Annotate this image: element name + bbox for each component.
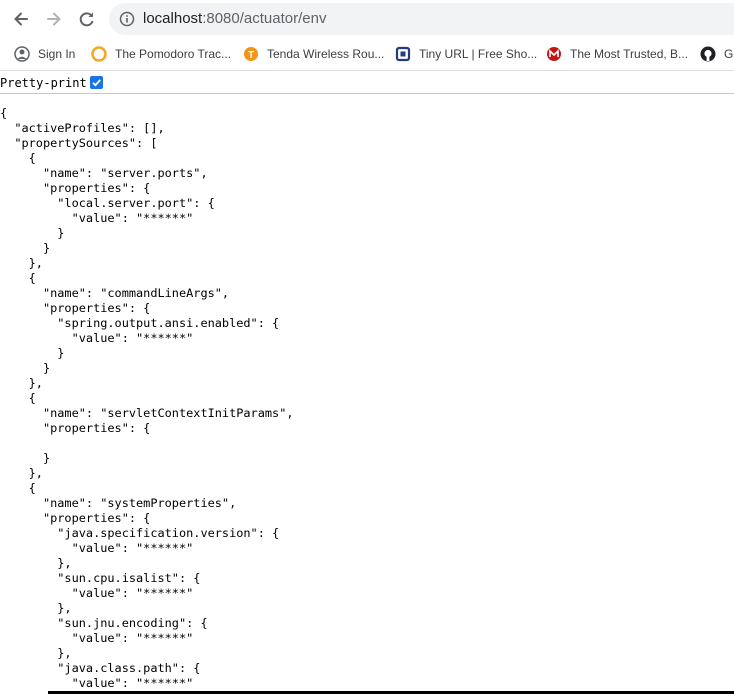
json-line: }, [0,601,72,615]
json-line: "properties": { [0,181,151,195]
bookmark-label: Gi [724,47,734,61]
json-line: }, [0,556,72,570]
bookmark-label: The Pomodoro Trac... [115,47,232,61]
back-arrow-icon [14,12,28,26]
json-line: "name": "servletContextInitParams", [0,406,294,420]
json-line: }, [0,466,43,480]
json-line: "activeProfiles": [], [0,121,165,135]
info-icon[interactable] [119,11,135,32]
json-line: { [0,271,36,285]
json-line [0,436,294,451]
json-line: { [0,391,36,405]
github-icon [700,46,716,62]
bookmark-label: Tenda Wireless Rou... [267,47,385,61]
json-line: { [0,106,8,120]
json-line: "sun.cpu.isalist": { [0,571,201,585]
bookmark-label: Tiny URL | Free Sho... [419,47,538,61]
reload-icon [79,12,94,27]
horizontal-scrollbar[interactable] [0,690,734,694]
svg-text:T: T [248,50,254,61]
bookmark-pomodoro[interactable]: The Pomodoro Trac... [91,45,231,63]
mcafee-icon [546,46,562,62]
url-host: localhost [143,10,203,27]
json-line: "properties": { [0,421,151,435]
url-text[interactable]: localhost:8080/actuator/env [143,10,326,27]
json-line: { [0,481,36,495]
json-line: "name": "server.ports", [0,166,208,180]
address-bar[interactable]: localhost:8080/actuator/env [109,3,734,35]
json-line: "sun.jnu.encoding": { [0,616,208,630]
json-line: }, [0,256,43,270]
forward-arrow-icon [47,12,61,26]
bookmarks-bar: Sign In The Pomodoro Trac... T Tenda Wir… [0,38,734,71]
json-line: { [0,151,36,165]
json-line: }, [0,376,43,390]
back-button[interactable] [9,7,33,31]
url-path: :8080/actuator/env [202,10,327,27]
pretty-print-label: Pretty-print [0,76,87,90]
tenda-icon: T [243,46,259,62]
bookmark-tinyurl[interactable]: Tiny URL | Free Sho... [395,45,537,63]
bookmark-github[interactable]: Gi [700,45,734,63]
json-line: "value": "******" [0,331,194,345]
json-line: "value": "******" [0,676,194,690]
json-line: } [0,226,65,240]
checkmark-icon [92,79,101,87]
json-line: "value": "******" [0,541,194,555]
json-line: } [0,451,51,465]
json-line: } [0,346,65,360]
json-line: "local.server.port": { [0,196,215,210]
json-line: "propertySources": [ [0,136,158,150]
json-line: "value": "******" [0,586,194,600]
json-line: } [0,241,51,255]
browser-toolbar: localhost:8080/actuator/env [0,0,734,38]
pretty-print-checkbox[interactable] [90,76,103,89]
bookmark-label: Sign In [38,47,76,61]
bookmark-mcafee[interactable]: The Most Trusted, B... [546,45,688,63]
json-line: } [0,361,51,375]
bookmark-tenda[interactable]: T Tenda Wireless Rou... [243,45,384,63]
json-line: }, [0,646,72,660]
bookmark-sign-in[interactable]: Sign In [14,45,75,63]
pretty-print-bar: Pretty-print [0,71,734,94]
json-line: "java.specification.version": { [0,526,280,540]
json-line: "name": "commandLineArgs", [0,286,230,300]
json-line: "properties": { [0,511,151,525]
google-icon [14,46,30,62]
json-line: "value": "******" [0,631,194,645]
json-line: "java.class.path": { [0,661,201,675]
bookmark-label: The Most Trusted, B... [570,47,689,61]
forward-button[interactable] [42,7,66,31]
pomodoro-icon [91,46,107,62]
json-line: "spring.output.ansi.enabled": { [0,316,280,330]
reload-button[interactable] [75,7,99,31]
json-line: "value": "******" [0,211,194,225]
json-content: { "activeProfiles": [], "propertySources… [0,106,294,691]
tinyurl-icon [395,46,411,62]
json-line: "properties": { [0,301,151,315]
json-line: "name": "systemProperties", [0,496,237,510]
